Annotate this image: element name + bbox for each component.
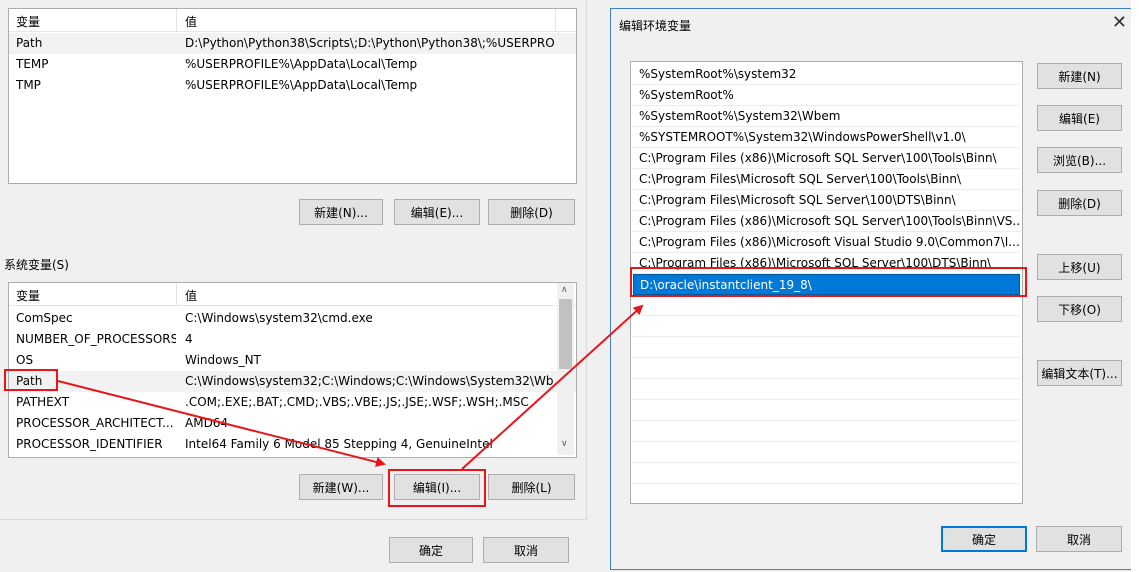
path-entry[interactable]: C:\Program Files\Microsoft SQL Server\10… <box>633 169 1020 190</box>
path-entry[interactable]: %SystemRoot%\System32\Wbem <box>633 106 1020 127</box>
path-entry-text: %SystemRoot%\System32\Wbem <box>639 109 841 123</box>
vertical-scrollbar[interactable]: ∧ ∨ <box>557 283 574 455</box>
user-new-button[interactable]: 新建(N)... <box>299 199 383 225</box>
list-header: 变量 值 <box>9 283 576 306</box>
variable-value: AMD64 <box>185 416 229 430</box>
variable-value: 4 <box>185 332 193 346</box>
list-header: 变量 值 <box>9 9 576 32</box>
path-entry[interactable]: %SYSTEMROOT%\System32\WindowsPowerShell\… <box>633 127 1020 148</box>
variable-value: %USERPROFILE%\AppData\Local\Temp <box>185 57 418 71</box>
table-row[interactable]: Path D:\Python\Python38\Scripts\;D:\Pyth… <box>9 33 576 54</box>
variable-name: TEMP <box>16 57 49 71</box>
variable-value: .COM;.EXE;.BAT;.CMD;.VBS;.VBE;.JS;.JSE;.… <box>185 395 529 409</box>
table-row[interactable]: TMP %USERPROFILE%\AppData\Local\Temp <box>9 75 576 96</box>
path-entry-selected[interactable]: D:\oracle\instantclient_19_8\ <box>633 274 1020 295</box>
ok-button[interactable]: 确定 <box>389 537 473 563</box>
variable-value: C:\Windows\system32;C:\Windows;C:\Window… <box>185 374 555 388</box>
empty-row <box>633 400 1020 421</box>
empty-row <box>633 316 1020 337</box>
path-entry-text: %SYSTEMROOT%\System32\WindowsPowerShell\… <box>639 130 966 144</box>
table-row[interactable]: ComSpec C:\Windows\system32\cmd.exe <box>9 308 576 329</box>
move-up-button[interactable]: 上移(U) <box>1037 254 1122 280</box>
variable-value: %USERPROFILE%\AppData\Local\Temp <box>185 78 418 92</box>
variable-name: Path <box>16 36 43 50</box>
path-entry-text: %SystemRoot%\system32 <box>639 67 797 81</box>
variable-value: Windows_NT <box>185 353 261 367</box>
empty-row <box>633 358 1020 379</box>
empty-row <box>633 442 1020 463</box>
table-row[interactable]: PATHEXT .COM;.EXE;.BAT;.CMD;.VBS;.VBE;.J… <box>9 392 576 413</box>
column-header-name[interactable]: 变量 <box>16 13 40 30</box>
empty-row <box>633 379 1020 400</box>
cancel-button[interactable]: 取消 <box>483 537 569 563</box>
variable-name: TMP <box>16 78 41 92</box>
move-down-button[interactable]: 下移(O) <box>1037 296 1122 322</box>
path-entry[interactable]: C:\Program Files (x86)\Microsoft Visual … <box>633 232 1020 253</box>
user-delete-button[interactable]: 删除(D) <box>488 199 575 225</box>
divider <box>586 0 587 520</box>
path-entry-text: C:\Program Files\Microsoft SQL Server\10… <box>639 193 956 207</box>
empty-row <box>633 337 1020 358</box>
user-variables-list[interactable]: 变量 值 Path D:\Python\Python38\Scripts\;D:… <box>8 8 577 184</box>
dialog-cancel-button[interactable]: 取消 <box>1036 526 1122 552</box>
column-header-name[interactable]: 变量 <box>16 287 40 304</box>
path-entry[interactable]: C:\Program Files\Microsoft SQL Server\10… <box>633 190 1020 211</box>
path-entry-text: C:\Program Files\Microsoft SQL Server\10… <box>639 172 962 186</box>
table-row[interactable]: OS Windows_NT <box>9 350 576 371</box>
path-entry[interactable]: %SystemRoot%\system32 <box>633 64 1020 85</box>
column-header-value[interactable]: 值 <box>185 13 197 30</box>
empty-row <box>633 463 1020 484</box>
column-header-value[interactable]: 值 <box>185 287 197 304</box>
divider <box>0 519 586 520</box>
table-row[interactable]: Path C:\Windows\system32;C:\Windows;C:\W… <box>9 371 576 392</box>
variable-name: OS <box>16 353 34 367</box>
scrollbar-thumb[interactable] <box>559 299 572 369</box>
path-entry-text: %SystemRoot% <box>639 88 734 102</box>
scroll-down-icon[interactable]: ∨ <box>561 439 568 449</box>
path-entry-text: C:\Program Files (x86)\Microsoft SQL Ser… <box>639 214 1019 228</box>
path-entry-text: D:\oracle\instantclient_19_8\ <box>640 278 812 292</box>
close-icon[interactable]: ✕ <box>1112 12 1127 33</box>
system-edit-button[interactable]: 编辑(I)... <box>394 474 480 500</box>
path-entry[interactable]: %SystemRoot% <box>633 85 1020 106</box>
path-entry[interactable]: C:\Program Files (x86)\Microsoft SQL Ser… <box>633 148 1020 169</box>
table-row[interactable]: PROCESSOR_IDENTIFIER Intel64 Family 6 Mo… <box>9 434 576 455</box>
empty-row <box>633 295 1020 316</box>
user-edit-button[interactable]: 编辑(E)... <box>394 199 480 225</box>
dialog-title: 编辑环境变量 <box>619 19 692 33</box>
path-entry-text: C:\Program Files (x86)\Microsoft SQL Ser… <box>639 256 992 270</box>
variable-name: PATHEXT <box>16 395 70 409</box>
variable-name: ComSpec <box>16 311 73 325</box>
dialog-browse-button[interactable]: 浏览(B)... <box>1037 147 1122 173</box>
table-row[interactable]: TEMP %USERPROFILE%\AppData\Local\Temp <box>9 54 576 75</box>
path-entry[interactable]: C:\Program Files (x86)\Microsoft SQL Ser… <box>633 211 1020 232</box>
empty-row <box>633 421 1020 442</box>
path-entry-text: C:\Program Files (x86)\Microsoft SQL Ser… <box>639 151 997 165</box>
scroll-up-icon[interactable]: ∧ <box>561 285 568 295</box>
system-new-button[interactable]: 新建(W)... <box>299 474 383 500</box>
system-variables-label: 系统变量(S) <box>4 258 69 272</box>
background-window-edge <box>1131 0 1139 572</box>
variable-name: Path <box>16 374 43 388</box>
system-variables-list[interactable]: 变量 值 ComSpec C:\Windows\system32\cmd.exe… <box>8 282 577 458</box>
variable-name: NUMBER_OF_PROCESSORS <box>16 332 176 346</box>
dialog-edit-button[interactable]: 编辑(E) <box>1037 105 1122 131</box>
path-entry-text: C:\Program Files (x86)\Microsoft Visual … <box>639 235 1019 249</box>
edit-text-button[interactable]: 编辑文本(T)... <box>1037 360 1122 386</box>
table-row[interactable]: PROCESSOR_ARCHITECT... AMD64 <box>9 413 576 434</box>
variable-value: C:\Windows\system32\cmd.exe <box>185 311 373 325</box>
path-entry[interactable]: C:\Program Files (x86)\Microsoft SQL Ser… <box>633 253 1020 274</box>
variable-name: PROCESSOR_IDENTIFIER <box>16 437 163 451</box>
dialog-delete-button[interactable]: 删除(D) <box>1037 190 1122 216</box>
edit-environment-variable-dialog: 编辑环境变量 ✕ %SystemRoot%\system32 %SystemRo… <box>610 8 1138 570</box>
variable-value: Intel64 Family 6 Model 85 Stepping 4, Ge… <box>185 437 493 451</box>
variable-value: D:\Python\Python38\Scripts\;D:\Python\Py… <box>185 36 555 50</box>
dialog-ok-button[interactable]: 确定 <box>941 526 1027 552</box>
dialog-new-button[interactable]: 新建(N) <box>1037 63 1122 89</box>
variable-name: PROCESSOR_ARCHITECT... <box>16 416 174 430</box>
path-entries-list[interactable]: %SystemRoot%\system32 %SystemRoot% %Syst… <box>630 61 1023 504</box>
table-row[interactable]: NUMBER_OF_PROCESSORS 4 <box>9 329 576 350</box>
system-delete-button[interactable]: 删除(L) <box>488 474 575 500</box>
